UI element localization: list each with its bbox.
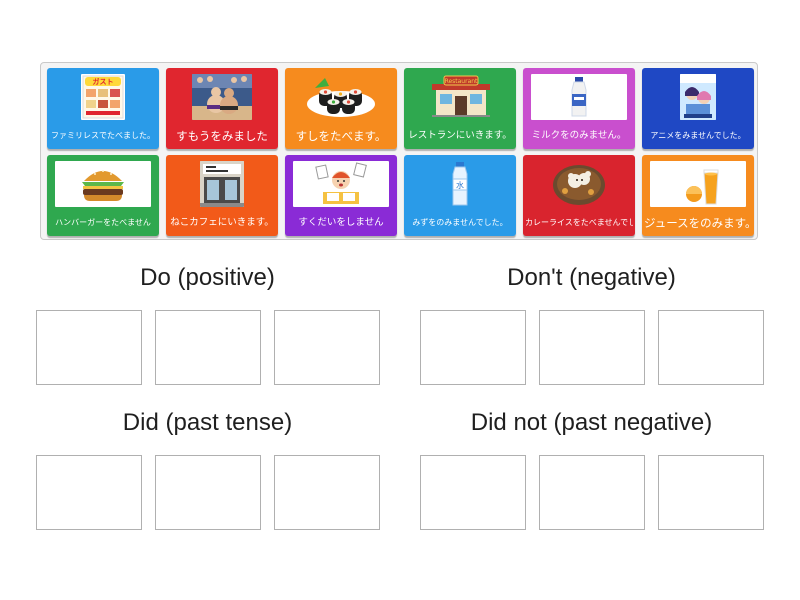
cat-cafe-icon <box>200 161 244 207</box>
card-label: レストランにいきます。 <box>408 130 512 141</box>
card-sumo[interactable]: すもうをみました <box>166 68 278 149</box>
card-label: ミルクをのみません。 <box>531 130 627 141</box>
card-label: アニメをみませんでした。 <box>650 131 746 140</box>
drop-slot-dont-3[interactable] <box>658 310 764 385</box>
group-title-did: Did (past tense) <box>122 409 293 436</box>
card-label: カレーライスをたべませんでした。 <box>525 218 633 227</box>
card-label: みずをのみませんでした。 <box>412 218 508 227</box>
card-homework[interactable]: すくだいをしません <box>285 155 397 236</box>
card-label: すもうをみました <box>176 129 268 143</box>
card-label: すしをたべます。 <box>295 129 387 143</box>
card-label: ハンバーガーをたべません <box>55 218 151 227</box>
orange-juice-icon <box>650 161 746 207</box>
drop-slot-do-1[interactable] <box>36 310 142 385</box>
card-cat-cafe[interactable]: ねこカフェにいきます。 <box>166 155 278 236</box>
water-bottle-icon: 水 <box>412 161 508 207</box>
svg-text:水: 水 <box>456 180 464 190</box>
drop-slot-did-not-1[interactable] <box>420 455 526 530</box>
drop-slot-did-not-3[interactable] <box>658 455 764 530</box>
svg-text:ガスト: ガスト <box>93 77 114 86</box>
restaurant-building-icon: Restaurant <box>412 74 508 120</box>
group-sort-activity: ガスト ファミリレスでたべました。 すもうをみました すしをたべます。 Rest… <box>0 0 800 600</box>
drop-slot-dont-2[interactable] <box>539 310 645 385</box>
drop-slot-dont-1[interactable] <box>420 310 526 385</box>
group-title-did-not: Did not (past negative) <box>470 409 713 436</box>
milk-bottle-icon <box>531 74 627 120</box>
drop-slot-do-3[interactable] <box>274 310 380 385</box>
drop-slot-did-3[interactable] <box>274 455 380 530</box>
group-title-do: Do (positive) <box>140 264 275 291</box>
card-label: ねこカフェにいきます。 <box>170 217 274 228</box>
card-milk[interactable]: ミルクをのみません。 <box>523 68 635 149</box>
anime-poster-icon <box>680 74 716 120</box>
card-anime[interactable]: アニメをみませんでした。 <box>642 68 754 149</box>
card-label: ジュースをのみます。 <box>644 216 752 230</box>
card-grid: ガスト ファミリレスでたべました。 すもうをみました すしをたべます。 Rest… <box>47 68 754 236</box>
drop-slot-did-1[interactable] <box>36 455 142 530</box>
sushi-rolls-icon <box>293 74 389 120</box>
homework-child-icon <box>293 161 389 207</box>
hamburger-icon <box>55 161 151 207</box>
card-water[interactable]: 水 みずをのみませんでした。 <box>404 155 516 236</box>
curry-rice-icon <box>531 161 627 207</box>
card-label: すくだいをしません <box>298 217 384 228</box>
card-hamburger[interactable]: ハンバーガーをたべません <box>47 155 159 236</box>
sumo-wrestlers-icon <box>192 74 252 120</box>
family-restaurant-menu-icon: ガスト <box>81 74 125 120</box>
group-title-dont: Don't (negative) <box>507 264 676 291</box>
drop-slot-did-2[interactable] <box>155 455 261 530</box>
drop-slot-do-2[interactable] <box>155 310 261 385</box>
card-sushi[interactable]: すしをたべます。 <box>285 68 397 149</box>
card-juice[interactable]: ジュースをのみます。 <box>642 155 754 236</box>
card-label: ファミリレスでたべました。 <box>51 131 155 140</box>
card-family-restaurant[interactable]: ガスト ファミリレスでたべました。 <box>47 68 159 149</box>
restaurant-sign-text: Restaurant <box>445 78 478 85</box>
card-tray: ガスト ファミリレスでたべました。 すもうをみました すしをたべます。 Rest… <box>40 62 758 240</box>
card-curry-rice[interactable]: カレーライスをたべませんでした。 <box>523 155 635 236</box>
drop-slot-did-not-2[interactable] <box>539 455 645 530</box>
card-restaurant[interactable]: Restaurant レストランにいきます。 <box>404 68 516 149</box>
